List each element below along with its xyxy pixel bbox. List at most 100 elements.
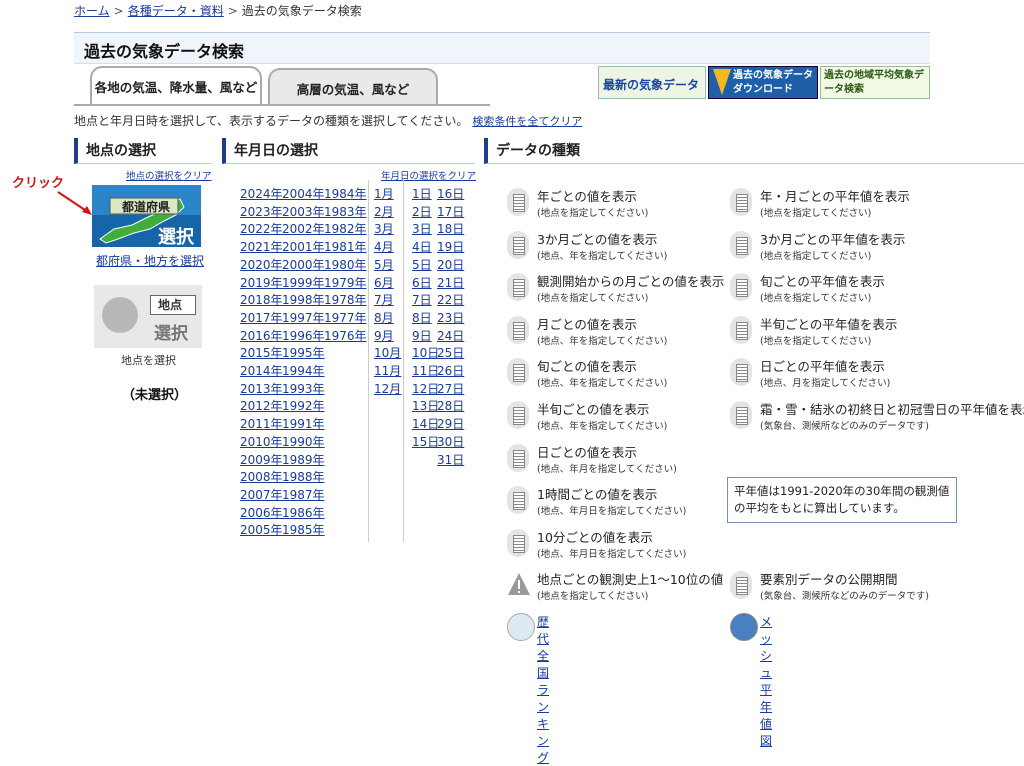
day-link[interactable]: 24日 [437, 328, 464, 346]
day-link[interactable]: 9日 [412, 328, 439, 346]
year-link[interactable]: 1980年 [324, 257, 367, 275]
datatype-label[interactable]: 半旬ごとの平年値を表示 [760, 314, 897, 333]
year-link[interactable]: 2004年 [282, 186, 325, 204]
day-link[interactable]: 7日 [412, 292, 439, 310]
datatype-label[interactable]: 旬ごとの平年値を表示 [760, 271, 885, 290]
year-link[interactable]: 1990年 [282, 434, 325, 452]
year-link[interactable]: 2012年 [240, 398, 283, 416]
year-link[interactable]: 1986年 [282, 505, 325, 523]
year-link[interactable]: 1993年 [282, 381, 325, 399]
datatype-label[interactable]: 地点ごとの観測史上1～10位の値 [537, 569, 723, 588]
year-link[interactable]: 1995年 [282, 345, 325, 363]
datatype-label[interactable]: 半旬ごとの値を表示 [537, 399, 649, 418]
download-banner[interactable]: 過去の気象データ ダウンロード [708, 66, 818, 99]
breadcrumb-data-link[interactable]: 各種データ・資料 [128, 4, 224, 18]
datatype-label[interactable]: 10分ごとの値を表示 [537, 527, 653, 546]
day-link[interactable]: 13日 [412, 398, 439, 416]
month-link[interactable]: 5月 [374, 257, 401, 275]
year-link[interactable]: 2000年 [282, 257, 325, 275]
year-link[interactable]: 2003年 [282, 204, 325, 222]
datatype-label[interactable]: 観測開始からの月ごとの値を表示 [537, 271, 724, 290]
year-link[interactable]: 2011年 [240, 416, 283, 434]
tab-surface[interactable]: 各地の気温、降水量、風など [90, 66, 262, 106]
year-link[interactable]: 2014年 [240, 363, 283, 381]
year-link[interactable]: 1976年 [324, 328, 367, 346]
year-link[interactable]: 1985年 [282, 522, 325, 540]
month-link[interactable]: 8月 [374, 310, 401, 328]
regional-average-banner[interactable]: 過去の地域平均気象データ検索 [820, 66, 930, 99]
year-link[interactable]: 1996年 [282, 328, 325, 346]
day-link[interactable]: 14日 [412, 416, 439, 434]
breadcrumb-home-link[interactable]: ホーム [74, 4, 110, 18]
year-link[interactable]: 2005年 [240, 522, 283, 540]
year-link[interactable]: 1982年 [324, 221, 367, 239]
day-link[interactable]: 26日 [437, 363, 464, 381]
element-period-label[interactable]: 要素別データの公開期間 [760, 569, 898, 588]
ranking-link[interactable]: 歴代全国ランキング [537, 613, 549, 766]
day-link[interactable]: 1日 [412, 186, 439, 204]
day-link[interactable]: 18日 [437, 221, 464, 239]
year-link[interactable]: 1994年 [282, 363, 325, 381]
datatype-label[interactable]: 旬ごとの値を表示 [537, 356, 637, 375]
year-link[interactable]: 2009年 [240, 452, 283, 470]
day-link[interactable]: 2日 [412, 204, 439, 222]
year-link[interactable]: 2017年 [240, 310, 283, 328]
month-link[interactable]: 10月 [374, 345, 401, 363]
clear-date-link[interactable]: 年月日の選択をクリア [381, 168, 476, 182]
mesh-link[interactable]: メッシュ平年値図 [760, 613, 772, 749]
day-link[interactable]: 23日 [437, 310, 464, 328]
latest-data-banner[interactable]: 最新の気象データ [598, 66, 706, 99]
year-link[interactable]: 2024年 [240, 186, 283, 204]
day-link[interactable]: 15日 [412, 434, 439, 452]
clear-all-link[interactable]: 検索条件を全てクリア [472, 115, 582, 128]
year-link[interactable]: 1989年 [282, 452, 325, 470]
day-link[interactable]: 19日 [437, 239, 464, 257]
month-link[interactable]: 6月 [374, 275, 401, 293]
year-link[interactable]: 2006年 [240, 505, 283, 523]
datatype-label[interactable]: 月ごとの値を表示 [537, 314, 637, 333]
month-link[interactable]: 11月 [374, 363, 401, 381]
year-link[interactable]: 2020年 [240, 257, 283, 275]
prefecture-region-link[interactable]: 都府県・地方を選択 [96, 252, 204, 269]
year-link[interactable]: 2002年 [282, 221, 325, 239]
year-link[interactable]: 1999年 [282, 275, 325, 293]
day-link[interactable]: 5日 [412, 257, 439, 275]
year-link[interactable]: 1987年 [282, 487, 325, 505]
year-link[interactable]: 1977年 [324, 310, 367, 328]
day-link[interactable]: 27日 [437, 381, 464, 399]
year-link[interactable]: 2015年 [240, 345, 283, 363]
month-link[interactable]: 4月 [374, 239, 401, 257]
year-link[interactable]: 2022年 [240, 221, 283, 239]
year-link[interactable]: 1978年 [324, 292, 367, 310]
year-link[interactable]: 2016年 [240, 328, 283, 346]
datatype-label[interactable]: 日ごとの平年値を表示 [760, 356, 885, 375]
year-link[interactable]: 2007年 [240, 487, 283, 505]
year-link[interactable]: 2008年 [240, 469, 283, 487]
year-link[interactable]: 2010年 [240, 434, 283, 452]
year-link[interactable]: 2019年 [240, 275, 283, 293]
year-link[interactable]: 2013年 [240, 381, 283, 399]
year-link[interactable]: 2023年 [240, 204, 283, 222]
tab-upper-air[interactable]: 高層の気温、風など [268, 68, 438, 106]
year-link[interactable]: 1983年 [324, 204, 367, 222]
year-link[interactable]: 1988年 [282, 469, 325, 487]
day-link[interactable]: 17日 [437, 204, 464, 222]
prefecture-select-button[interactable]: 都道府県 選択 [92, 185, 201, 248]
month-link[interactable]: 1月 [374, 186, 401, 204]
datatype-label[interactable]: 3か月ごとの値を表示 [537, 229, 657, 248]
year-link[interactable]: 1984年 [324, 186, 367, 204]
year-link[interactable]: 1981年 [324, 239, 367, 257]
datatype-label[interactable]: 年ごとの値を表示 [537, 186, 637, 205]
year-link[interactable]: 1991年 [282, 416, 325, 434]
year-link[interactable]: 2018年 [240, 292, 283, 310]
month-link[interactable]: 9月 [374, 328, 401, 346]
day-link[interactable]: 31日 [437, 452, 464, 470]
day-link[interactable]: 30日 [437, 434, 464, 452]
day-link[interactable]: 12日 [412, 381, 439, 399]
day-link[interactable]: 28日 [437, 398, 464, 416]
point-select-button[interactable]: 地点 選択 [94, 285, 202, 348]
year-link[interactable]: 2021年 [240, 239, 283, 257]
datatype-label[interactable]: 霜・雪・結氷の初終日と初冠雪日の平年値を表示 [760, 399, 1024, 418]
month-link[interactable]: 2月 [374, 204, 401, 222]
month-link[interactable]: 7月 [374, 292, 401, 310]
